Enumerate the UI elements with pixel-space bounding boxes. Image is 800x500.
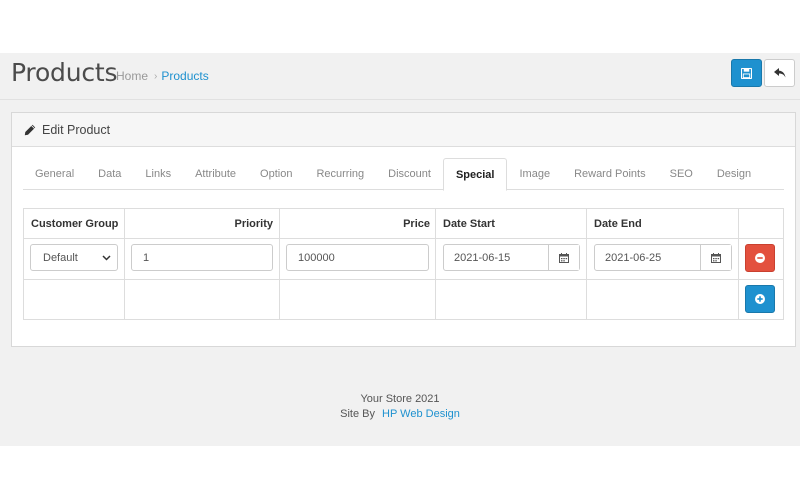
priority-value: 1 (143, 251, 150, 264)
header-customer-group: Customer Group (31, 217, 119, 230)
tab-special[interactable]: Special (442, 158, 508, 191)
date-start-input[interactable]: 2021-06-15 (444, 245, 549, 270)
date-end-input[interactable]: 2021-06-25 (595, 245, 701, 270)
tab-option[interactable]: Option (248, 158, 304, 190)
priority-input[interactable]: 1 (131, 244, 273, 271)
product-tabs: General Data Links Attribute Option Recu… (23, 158, 784, 191)
customer-group-value: Default (43, 251, 78, 264)
tab-attribute[interactable]: Attribute (183, 158, 248, 190)
row-divider (24, 238, 783, 239)
footer: Your Store 2021 Site By HP Web Design (0, 392, 800, 422)
footer-credit-prefix: Site By (340, 408, 375, 420)
breadcrumb-separator: › (154, 70, 158, 82)
chevron-down-icon (102, 254, 111, 261)
tab-discount[interactable]: Discount (376, 158, 443, 190)
price-value: 100000 (298, 251, 335, 264)
plus-circle-icon (755, 294, 765, 304)
footer-credit: Site By HP Web Design (0, 407, 800, 422)
reply-arrow-icon (773, 68, 785, 78)
back-button[interactable] (764, 59, 795, 87)
header-price: Price (403, 217, 430, 230)
page-header: Products Home › Products (0, 53, 800, 100)
breadcrumb: Home › Products (116, 69, 209, 83)
row-divider (24, 279, 783, 280)
save-button[interactable] (731, 59, 762, 87)
breadcrumb-home[interactable]: Home (116, 69, 148, 83)
date-end-calendar-button[interactable] (701, 245, 731, 270)
footer-credit-link[interactable]: HP Web Design (382, 408, 460, 420)
tab-data[interactable]: Data (86, 158, 133, 190)
tab-image[interactable]: Image (507, 158, 562, 190)
tab-recurring[interactable]: Recurring (304, 158, 376, 190)
tab-links[interactable]: Links (133, 158, 183, 190)
price-input[interactable]: 100000 (286, 244, 429, 271)
header-priority: Priority (234, 217, 273, 230)
date-end-field: 2021-06-25 (594, 244, 732, 271)
remove-special-button[interactable] (745, 244, 775, 272)
date-start-calendar-button[interactable] (549, 245, 579, 270)
panel-heading: Edit Product (12, 113, 795, 147)
date-start-value: 2021-06-15 (454, 251, 511, 264)
pencil-icon (24, 124, 36, 135)
date-end-value: 2021-06-25 (605, 251, 662, 264)
calendar-icon (559, 252, 569, 263)
calendar-icon (711, 252, 721, 263)
header-date-end: Date End (594, 217, 642, 230)
header-date-start: Date Start (443, 217, 495, 230)
breadcrumb-products[interactable]: Products (161, 69, 208, 83)
add-special-button[interactable] (745, 285, 775, 313)
page-title: Products (11, 58, 118, 87)
panel-title: Edit Product (42, 122, 111, 137)
special-price-table: Customer Group Priority Price Date Start… (23, 208, 784, 320)
tab-general[interactable]: General (23, 158, 86, 190)
app-content: Products Home › Products Edit Product Ge… (0, 53, 800, 446)
minus-circle-icon (755, 253, 765, 263)
floppy-disk-icon (741, 67, 752, 79)
tab-design[interactable]: Design (705, 158, 763, 190)
customer-group-select[interactable]: Default (30, 244, 118, 271)
tab-reward-points[interactable]: Reward Points (562, 158, 658, 190)
date-start-field: 2021-06-15 (443, 244, 580, 271)
tab-seo[interactable]: SEO (658, 158, 705, 190)
edit-product-panel: Edit Product General Data Links Attribut… (11, 112, 796, 347)
footer-copyright: Your Store 2021 (360, 393, 440, 405)
